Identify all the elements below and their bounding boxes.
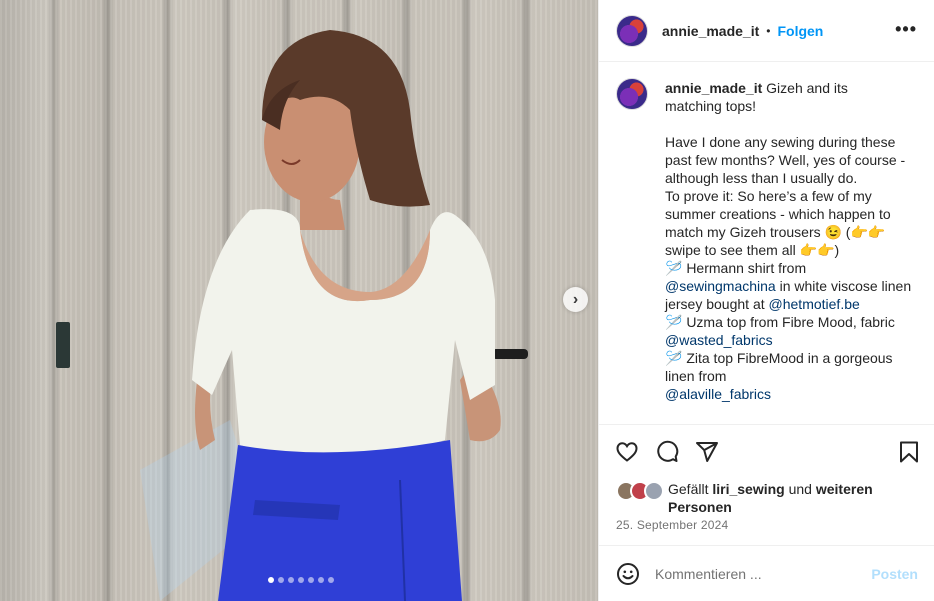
avatar[interactable] [616,14,648,47]
caption-mention-link[interactable]: @hetmotief.be [769,296,860,312]
post-header: annie_made_it • Folgen ••• [599,0,934,62]
caption-section: annie_made_it Gizeh and its matching top… [599,62,934,424]
action-bar: Gefällt liri_sewing und weiteren Persone… [599,424,934,544]
carousel-dot[interactable] [298,577,304,583]
chevron-right-icon[interactable]: › [563,287,588,312]
carousel-dot[interactable] [278,577,284,583]
carousel-dot[interactable] [288,577,294,583]
instagram-post: › annie_made_it • Folgen ••• annie_made_… [0,0,934,601]
post-photo[interactable]: › [0,0,598,601]
caption-text: annie_made_it Gizeh and its matching top… [665,79,915,403]
header-separator: • [766,23,771,38]
follow-button[interactable]: Folgen [777,23,823,39]
liker-avatars[interactable] [616,480,668,502]
caption-segment: Gizeh and its matching tops! Have I done… [665,80,906,276]
post-date[interactable]: 25. September 2024 [616,518,728,532]
caption-mention-link[interactable]: @alaville_fabrics [665,386,771,402]
avatar[interactable] [644,481,664,501]
emoji-icon[interactable] [616,562,640,586]
heart-icon[interactable] [615,440,639,464]
caption-mention-link[interactable]: @wasted_fabrics [665,332,773,348]
header-username[interactable]: annie_made_it [662,23,759,39]
comment-input[interactable] [655,565,865,582]
bookmark-icon[interactable] [897,440,921,464]
carousel-dot[interactable] [308,577,314,583]
comment-icon[interactable] [655,440,679,464]
woman-figure [140,30,501,601]
likes-text: Gefällt liri_sewing und weiteren Persone… [668,481,873,515]
caption-segment: 🪡 Uzma top from Fibre Mood, fabric [665,314,895,330]
carousel-dot[interactable] [318,577,324,583]
comment-bar: Posten [599,545,934,601]
caption-username[interactable]: annie_made_it [665,80,762,96]
liker-username[interactable]: liri_sewing [712,481,784,497]
caption-avatar[interactable] [616,78,648,110]
post-sidebar: annie_made_it • Folgen ••• annie_made_it… [598,0,934,601]
carousel-dot[interactable] [328,577,334,583]
post-comment-button[interactable]: Posten [871,566,918,582]
caption-segment: 🪡 Zita top FibreMood in a gorgeous linen… [665,350,893,384]
share-icon[interactable] [695,440,719,464]
carousel-indicator [268,577,334,583]
carousel-dot[interactable] [268,577,274,583]
caption-mention-link[interactable]: @sewingmachina [665,278,776,294]
likes-summary: Gefällt liri_sewing und weiteren Persone… [616,480,908,516]
more-horizontal-icon[interactable]: ••• [895,20,917,38]
